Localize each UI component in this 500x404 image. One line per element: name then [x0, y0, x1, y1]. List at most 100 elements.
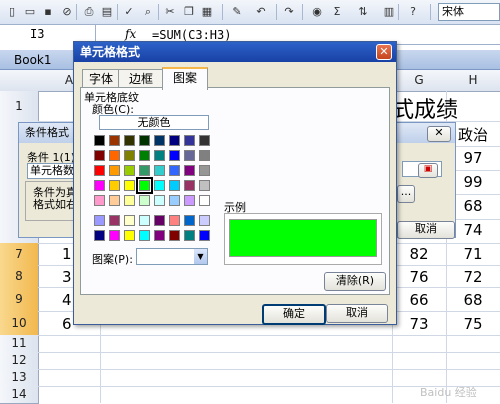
color-swatch[interactable]: [139, 215, 150, 226]
color-swatch[interactable]: [139, 230, 150, 241]
color-swatch[interactable]: [136, 177, 153, 194]
cf-cancel-button[interactable]: 取消: [397, 221, 455, 239]
dialog-close-button[interactable]: ✕: [376, 44, 392, 60]
row-header-9[interactable]: 9: [0, 287, 39, 312]
row-header-14[interactable]: 14: [0, 386, 39, 404]
color-swatch[interactable]: [109, 230, 120, 241]
color-swatch[interactable]: [199, 230, 210, 241]
color-swatch[interactable]: [184, 165, 195, 176]
color-swatch[interactable]: [199, 165, 210, 176]
column-header-g[interactable]: G: [392, 70, 447, 92]
color-swatch[interactable]: [154, 135, 165, 146]
cell-a[interactable]: 3: [62, 268, 72, 286]
row-header-8[interactable]: 8: [0, 265, 39, 288]
column-header-h[interactable]: H: [446, 70, 500, 92]
color-swatch[interactable]: [124, 165, 135, 176]
spelling-icon[interactable]: ✓: [120, 3, 138, 21]
sort-icon[interactable]: ⇅: [354, 3, 372, 21]
sheet-title-cell[interactable]: 式成绩: [392, 92, 458, 124]
tab-patterns[interactable]: 图案: [162, 67, 208, 90]
row-header-1[interactable]: 1: [0, 91, 39, 122]
color-swatch[interactable]: [199, 215, 210, 226]
clear-button[interactable]: 清除(R): [324, 272, 386, 291]
cell-h[interactable]: 71: [446, 245, 500, 263]
color-swatch[interactable]: [184, 150, 195, 161]
color-swatch[interactable]: [139, 135, 150, 146]
copy-icon[interactable]: ❐: [180, 3, 198, 21]
color-swatch[interactable]: [139, 165, 150, 176]
color-swatch[interactable]: [154, 230, 165, 241]
color-swatch[interactable]: [184, 195, 195, 206]
color-swatch[interactable]: [124, 195, 135, 206]
cell-a[interactable]: 1: [62, 245, 72, 263]
color-swatch[interactable]: [169, 165, 180, 176]
row-header-11[interactable]: 11: [0, 335, 39, 353]
cancel-button[interactable]: 取消: [326, 304, 388, 323]
color-swatch[interactable]: [109, 150, 120, 161]
color-swatch[interactable]: [154, 180, 165, 191]
hyperlink-icon[interactable]: ◉: [308, 3, 326, 21]
new-icon[interactable]: ▯: [3, 3, 21, 21]
color-swatch[interactable]: [169, 215, 180, 226]
row-header-10[interactable]: 10: [0, 311, 39, 336]
color-swatch[interactable]: [154, 215, 165, 226]
help-icon[interactable]: ?: [404, 3, 422, 21]
format-painter-icon[interactable]: ✎: [228, 3, 246, 21]
print-icon[interactable]: ⎙: [80, 3, 98, 21]
save-icon[interactable]: ▪: [39, 3, 57, 21]
color-swatch[interactable]: [109, 180, 120, 191]
color-swatch[interactable]: [94, 150, 105, 161]
permission-icon[interactable]: ⊘: [58, 3, 76, 21]
color-swatch[interactable]: [94, 180, 105, 191]
color-swatch[interactable]: [154, 150, 165, 161]
color-swatch[interactable]: [184, 230, 195, 241]
cf-range-picker-button[interactable]: ▣: [418, 163, 438, 178]
cell-h[interactable]: 68: [446, 291, 500, 309]
font-name-box[interactable]: 宋体: [438, 3, 500, 21]
color-swatch[interactable]: [124, 230, 135, 241]
cell-h[interactable]: 75: [446, 315, 500, 333]
color-swatch[interactable]: [94, 215, 105, 226]
color-swatch[interactable]: [169, 230, 180, 241]
color-swatch[interactable]: [184, 215, 195, 226]
select-all-corner[interactable]: [0, 70, 39, 92]
color-swatch[interactable]: [109, 135, 120, 146]
cell-a[interactable]: 4: [62, 291, 72, 309]
cell-g[interactable]: 82: [392, 245, 446, 263]
color-swatch[interactable]: [94, 230, 105, 241]
tab-border[interactable]: 边框: [118, 69, 164, 88]
insert-function-icon[interactable]: fx: [125, 27, 136, 41]
color-swatch[interactable]: [169, 180, 180, 191]
color-swatch[interactable]: [169, 150, 180, 161]
pattern-select[interactable]: ▼: [136, 248, 208, 265]
print-preview-icon[interactable]: ▤: [98, 3, 116, 21]
cut-icon[interactable]: ✂: [161, 3, 179, 21]
color-swatch[interactable]: [94, 165, 105, 176]
cell-g[interactable]: 76: [392, 268, 446, 286]
color-swatch[interactable]: [139, 195, 150, 206]
chart-icon[interactable]: ▥: [380, 3, 398, 21]
color-swatch[interactable]: [199, 180, 210, 191]
color-swatch[interactable]: [199, 135, 210, 146]
research-icon[interactable]: ⌕: [139, 3, 157, 21]
color-swatch[interactable]: [184, 135, 195, 146]
cell-g[interactable]: 73: [392, 315, 446, 333]
tab-font[interactable]: 字体: [82, 69, 120, 88]
cell-h[interactable]: 72: [446, 268, 500, 286]
color-swatch[interactable]: [109, 165, 120, 176]
chevron-down-icon[interactable]: ▼: [194, 249, 207, 264]
paste-icon[interactable]: ▦: [198, 3, 216, 21]
autosum-icon[interactable]: Σ: [328, 3, 346, 21]
ok-button[interactable]: 确定: [262, 304, 326, 325]
color-swatch[interactable]: [124, 215, 135, 226]
cf-format-button[interactable]: ...: [397, 185, 415, 203]
color-swatch[interactable]: [124, 180, 135, 191]
row-header-7[interactable]: 7: [0, 243, 39, 266]
color-swatch[interactable]: [154, 165, 165, 176]
cell-a[interactable]: 6: [62, 315, 72, 333]
color-swatch[interactable]: [94, 135, 105, 146]
color-swatch[interactable]: [139, 150, 150, 161]
color-swatch[interactable]: [109, 215, 120, 226]
cell-g[interactable]: 66: [392, 291, 446, 309]
row-header-13[interactable]: 13: [0, 369, 39, 387]
